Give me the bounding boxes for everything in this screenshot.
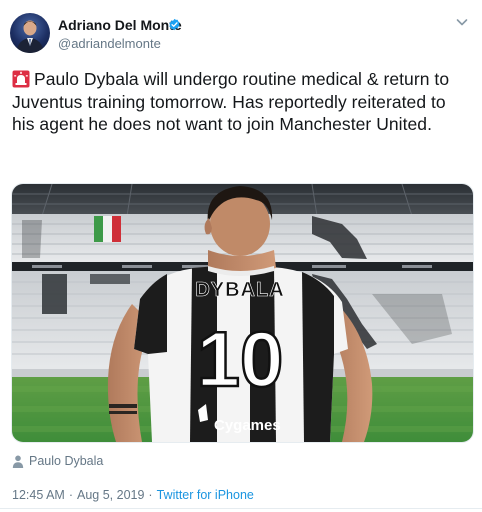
tweet-media-image[interactable]: DYBALA 10 Cygames xyxy=(11,183,474,443)
jersey-number: 10 xyxy=(197,315,284,403)
avatar[interactable] xyxy=(10,13,50,53)
tagged-people[interactable]: Paulo Dybala xyxy=(12,453,103,469)
author-handle[interactable]: @adriandelmonte xyxy=(58,36,161,51)
tweet-date[interactable]: Aug 5, 2019 xyxy=(77,488,144,502)
person-icon xyxy=(12,455,24,468)
verified-badge-icon xyxy=(168,18,181,31)
tweet-card: Adriano Del Monte @adriandelmonte Paulo … xyxy=(0,0,482,512)
tagged-person-name[interactable]: Paulo Dybala xyxy=(29,454,103,468)
meta-separator: · xyxy=(68,488,73,502)
tweet-text: Paulo Dybala will undergo routine medica… xyxy=(12,68,472,136)
chevron-down-icon[interactable] xyxy=(454,14,470,30)
sponsor-logo-text: Cygames xyxy=(214,417,281,434)
tweet-source-link[interactable]: Twitter for iPhone xyxy=(157,488,254,502)
tweet-time[interactable]: 12:45 AM xyxy=(12,488,65,502)
divider xyxy=(0,508,482,509)
meta-separator: · xyxy=(148,488,153,502)
tweet-body: Paulo Dybala will undergo routine medica… xyxy=(12,69,450,134)
siren-emoji-icon xyxy=(12,70,30,88)
tweet-meta: 12:45 AM · Aug 5, 2019 · Twitter for iPhone xyxy=(12,488,254,502)
jersey-name: DYBALA xyxy=(195,279,284,301)
author-name[interactable]: Adriano Del Monte xyxy=(58,17,182,33)
